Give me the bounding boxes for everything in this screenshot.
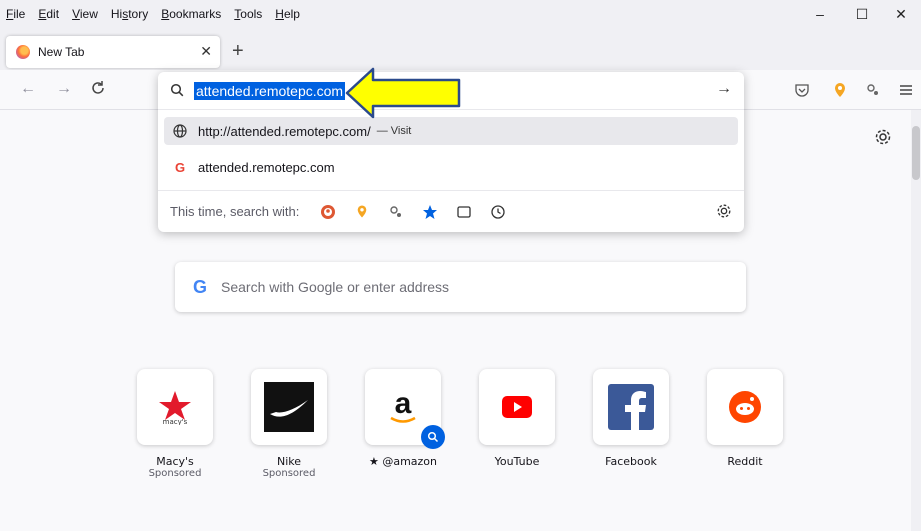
macys-tile[interactable]: macy's [137, 369, 213, 445]
site-name: Facebook [605, 455, 657, 468]
svg-text:a: a [395, 387, 412, 420]
extension-icon[interactable] [387, 203, 405, 221]
search-settings-gear-icon[interactable] [716, 203, 732, 222]
new-tab-button[interactable]: + [232, 40, 244, 62]
tab-title: New Tab [38, 45, 85, 59]
suggestion-url: http://attended.remotepc.com/ [198, 123, 371, 139]
site-name: Nike [276, 455, 302, 468]
forward-button[interactable]: → [56, 80, 72, 98]
menu-edit[interactable]: Edit [38, 7, 59, 21]
top-site-reddit[interactable]: Reddit [707, 369, 783, 468]
macys-star-icon: macy's [159, 391, 191, 425]
tabs-icon[interactable] [455, 203, 473, 221]
one-off-search-bar: This time, search with: [158, 190, 744, 232]
location-pin-icon[interactable] [831, 81, 849, 99]
menu-view[interactable]: View [72, 7, 98, 21]
close-window-button[interactable]: ✕ [881, 0, 921, 28]
pin-icon: ★ [368, 455, 383, 468]
scrollbar-thumb[interactable] [912, 126, 920, 180]
extension-icon[interactable] [864, 81, 882, 99]
bookmarks-star-icon[interactable] [421, 203, 439, 221]
search-placeholder: Search with Google or enter address [221, 279, 450, 295]
tab-new-tab[interactable]: New Tab ✕ [6, 36, 220, 68]
reddit-icon [729, 391, 761, 423]
nike-tile[interactable] [251, 369, 327, 445]
menu-history[interactable]: History [111, 7, 148, 21]
hamburger-menu-icon[interactable] [897, 81, 915, 99]
site-name: YouTube [494, 455, 540, 468]
svg-text:macy's: macy's [163, 418, 188, 425]
back-button[interactable]: ← [20, 80, 36, 98]
url-input[interactable]: attended.remotepc.com [194, 82, 346, 100]
globe-icon [172, 124, 188, 138]
top-site-nike[interactable]: Nike Sponsored [251, 369, 327, 479]
reload-icon [92, 81, 104, 94]
sponsored-label: Sponsored [262, 468, 316, 479]
suggestion-search[interactable]: G attended.remotepc.com [164, 153, 738, 181]
firefox-icon [16, 45, 30, 59]
maximize-button[interactable]: ☐ [842, 0, 882, 28]
menu-bookmarks[interactable]: Bookmarks [161, 7, 221, 21]
new-tab-search-box[interactable]: G Search with Google or enter address [175, 262, 746, 312]
nike-swoosh-icon [264, 382, 314, 432]
history-clock-icon[interactable] [489, 203, 507, 221]
suggestion-action: — Visit [376, 125, 412, 137]
youtube-tile[interactable] [479, 369, 555, 445]
google-icon: G [174, 159, 186, 175]
close-tab-icon[interactable]: ✕ [200, 43, 212, 60]
pocket-icon[interactable] [793, 81, 811, 99]
facebook-icon [608, 384, 654, 430]
reload-button[interactable] [90, 80, 106, 101]
top-site-facebook[interactable]: Facebook [593, 369, 669, 468]
settings-gear-icon[interactable] [874, 128, 892, 151]
duckduckgo-icon[interactable] [319, 203, 337, 221]
top-site-amazon[interactable]: a ★ @amazon [365, 369, 445, 468]
go-arrow-button[interactable]: → [716, 80, 732, 98]
site-name: Reddit [727, 455, 763, 468]
minimize-button[interactable]: – [800, 0, 840, 28]
top-site-macys[interactable]: macy's Macy's Sponsored [137, 369, 213, 479]
menu-file[interactable]: File [6, 7, 25, 21]
suggestion-text: attended.remotepc.com [198, 159, 335, 175]
facebook-tile[interactable] [593, 369, 669, 445]
site-name: ★ @amazon [368, 455, 438, 468]
sponsored-label: Sponsored [148, 468, 202, 479]
google-icon: G [193, 276, 208, 297]
one-off-label: This time, search with: [170, 204, 300, 219]
youtube-icon [502, 396, 532, 418]
search-shortcut-badge-icon [421, 425, 445, 449]
amazon-logo-icon: a [390, 387, 416, 423]
amazon-tile[interactable]: a [365, 369, 445, 449]
site-name: Macy's [156, 455, 194, 468]
suggestion-visit[interactable]: http://attended.remotepc.com/ — Visit [164, 117, 738, 145]
reddit-tile[interactable] [707, 369, 783, 445]
tab-strip: New Tab ✕ + [0, 28, 921, 70]
location-pin-icon[interactable] [353, 203, 371, 221]
menu-help[interactable]: Help [275, 7, 300, 21]
top-site-youtube[interactable]: YouTube [479, 369, 555, 468]
annotation-arrow-icon [345, 67, 461, 119]
menu-bar: File Edit View History Bookmarks Tools H… [0, 0, 921, 28]
menu-tools[interactable]: Tools [234, 7, 262, 21]
search-icon [170, 83, 184, 102]
